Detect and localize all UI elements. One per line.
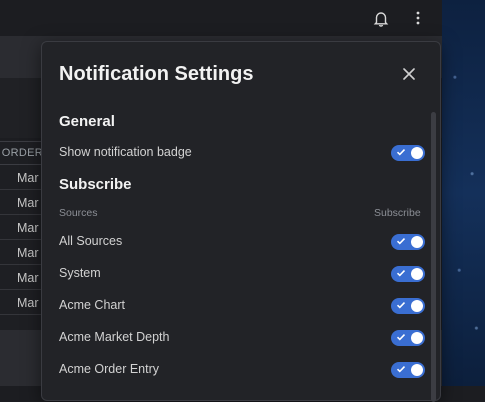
section-general-heading: General: [59, 113, 115, 130]
source-label-system: System: [59, 266, 101, 280]
source-label-acme-market-depth: Acme Market Depth: [59, 330, 170, 344]
app-topbar: [0, 0, 442, 36]
table-row[interactable]: Mar: [0, 191, 46, 215]
background-image: [442, 0, 485, 386]
toggle-knob: [411, 300, 423, 312]
check-icon: [396, 149, 406, 156]
section-subscribe-heading: Subscribe: [59, 176, 132, 193]
table-row[interactable]: Mar: [0, 166, 46, 190]
check-icon: [396, 334, 406, 341]
check-icon: [396, 270, 406, 277]
notification-settings-dialog: Notification Settings General Show notif…: [41, 41, 441, 402]
toggle-knob: [411, 332, 423, 344]
toggle-acme-chart[interactable]: [391, 298, 425, 314]
toggle-system[interactable]: [391, 266, 425, 282]
source-label-all-sources: All Sources: [59, 234, 123, 248]
table-row[interactable]: Mar: [0, 291, 46, 315]
toggle-notification-badge[interactable]: [391, 145, 425, 161]
toggle-knob: [411, 236, 423, 248]
source-label-acme-chart: Acme Chart: [59, 298, 125, 312]
table-column-header[interactable]: ORDER: [0, 141, 46, 165]
table-row[interactable]: Mar: [0, 216, 46, 240]
check-icon: [396, 366, 406, 373]
source-label-acme-order-entry: Acme Order Entry: [59, 362, 160, 376]
bell-icon[interactable]: [371, 8, 391, 28]
check-icon: [396, 302, 406, 309]
column-label-subscribe: Subscribe: [374, 207, 421, 219]
table-row[interactable]: Mar: [0, 241, 46, 265]
more-vertical-icon[interactable]: [408, 8, 428, 28]
toggle-knob: [411, 364, 423, 376]
column-label-sources: Sources: [59, 207, 98, 219]
table-row[interactable]: Mar: [0, 266, 46, 290]
dialog-title: Notification Settings: [59, 63, 254, 85]
toggle-knob: [411, 147, 423, 159]
check-icon: [396, 238, 406, 245]
toggle-acme-market-depth[interactable]: [391, 330, 425, 346]
toggle-acme-order-entry[interactable]: [391, 362, 425, 378]
close-icon[interactable]: [400, 65, 418, 83]
setting-label-notification-badge: Show notification badge: [59, 145, 192, 159]
dialog-scrollbar[interactable]: [431, 112, 436, 402]
toggle-all-sources[interactable]: [391, 234, 425, 250]
toggle-knob: [411, 268, 423, 280]
